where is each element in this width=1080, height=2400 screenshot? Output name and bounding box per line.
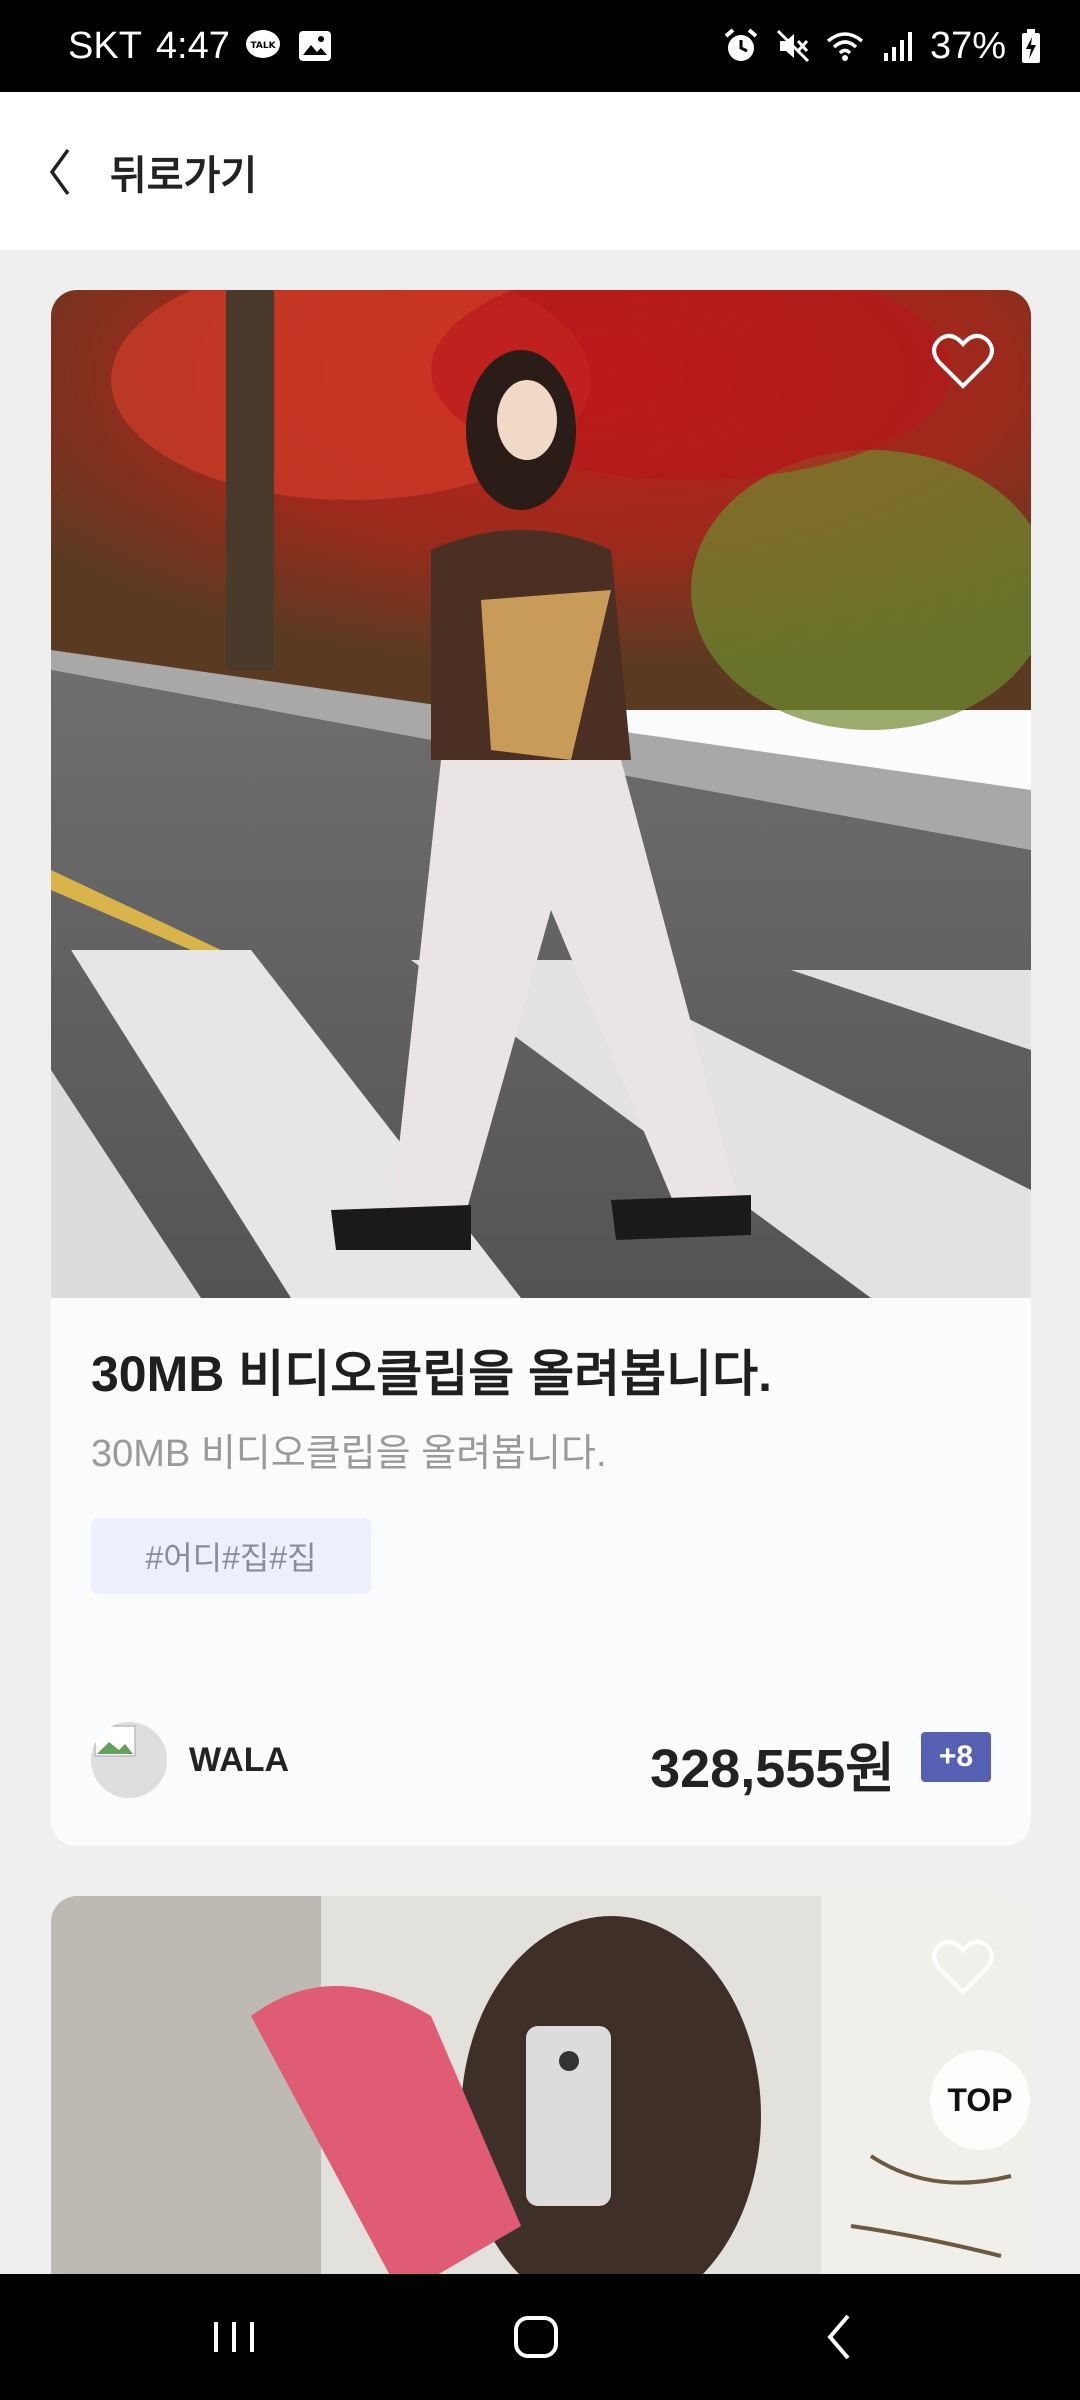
gallery-icon bbox=[298, 31, 331, 61]
back-label: 뒤로가기 bbox=[110, 154, 258, 198]
more-count-badge: +8 bbox=[921, 1732, 991, 1782]
battery-percent: 37% bbox=[929, 24, 1006, 67]
status-bar: SKT 4:47 TALK 37% bbox=[0, 0, 1080, 92]
broken-image-icon bbox=[91, 1722, 167, 1798]
svg-text:TALK: TALK bbox=[250, 41, 276, 51]
post-photo[interactable] bbox=[51, 290, 1031, 1298]
signal-icon bbox=[883, 32, 912, 61]
recents-icon[interactable] bbox=[194, 2304, 274, 2370]
tag-chip[interactable]: #어디#집#집 bbox=[91, 1518, 371, 1594]
battery-charging-icon bbox=[1022, 29, 1040, 63]
seller-name: WALA bbox=[189, 1740, 290, 1779]
time-label: 4:47 bbox=[155, 24, 230, 67]
app-header: 뒤로가기 bbox=[0, 92, 1080, 250]
home-icon[interactable] bbox=[496, 2304, 576, 2370]
chevron-left-icon bbox=[49, 148, 70, 196]
seller-info[interactable]: WALA bbox=[91, 1720, 289, 1800]
price-label: 328,555원 bbox=[650, 1739, 895, 1799]
card-subtitle: 30MB 비디오클립을 올려봅니다. bbox=[91, 1433, 607, 1475]
system-nav-bar bbox=[0, 2274, 1080, 2400]
carrier-label: SKT bbox=[68, 24, 142, 67]
avatar bbox=[91, 1722, 167, 1798]
back-button[interactable]: 뒤로가기 bbox=[48, 136, 348, 208]
mute-icon bbox=[776, 29, 809, 63]
kakaotalk-icon: TALK bbox=[245, 30, 280, 58]
heart-icon[interactable] bbox=[931, 1936, 995, 1996]
post-card[interactable]: 30MB 비디오클립을 올려봅니다. 30MB 비디오클립을 올려봅니다. #어… bbox=[51, 290, 1031, 1846]
back-nav-icon[interactable] bbox=[800, 2304, 880, 2370]
wifi-icon bbox=[826, 32, 864, 61]
alarm-icon bbox=[724, 28, 758, 61]
scroll-top-button[interactable]: TOP bbox=[930, 2050, 1030, 2150]
card-title: 30MB 비디오클립을 올려봅니다. bbox=[91, 1346, 773, 1402]
heart-icon[interactable] bbox=[931, 330, 995, 390]
